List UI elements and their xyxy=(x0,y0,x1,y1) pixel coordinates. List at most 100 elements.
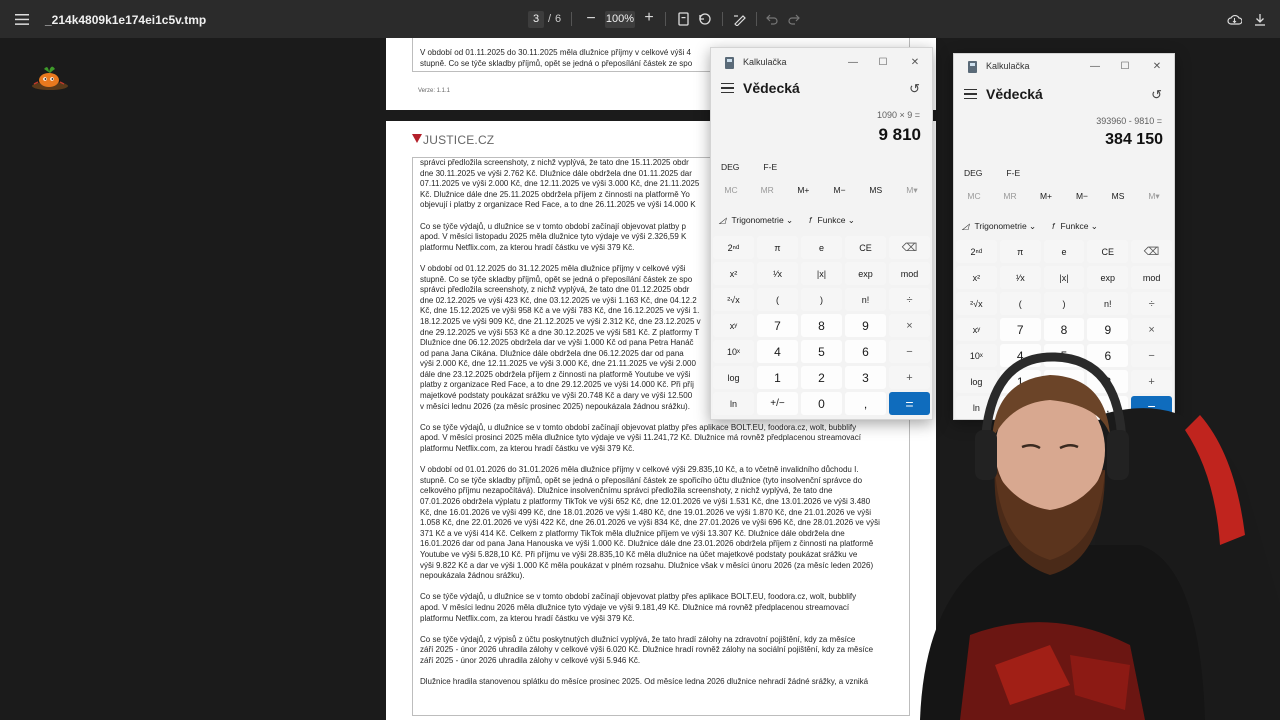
memory-subtract-button[interactable]: M− xyxy=(1066,191,1098,202)
navigation-menu-icon[interactable] xyxy=(721,83,734,93)
ln-key[interactable]: ln xyxy=(713,392,754,415)
function-icon: f xyxy=(809,215,812,225)
backspace-key[interactable]: ⌫ xyxy=(889,236,930,259)
memory-clear-button[interactable]: MC xyxy=(715,185,747,196)
digit-2-key[interactable]: 2 xyxy=(801,366,842,389)
mod-key[interactable]: mod xyxy=(1131,266,1172,289)
memory-list-button[interactable]: M▾ xyxy=(1138,191,1170,202)
second-function-key[interactable]: 2ⁿᵈ xyxy=(956,240,997,263)
trigonometry-dropdown[interactable]: ◿ Trigonometrie ⌄ xyxy=(962,221,1036,232)
multiply-key[interactable]: × xyxy=(1131,318,1172,341)
digit-9-key[interactable]: 9 xyxy=(1087,318,1129,341)
memory-recall-button[interactable]: MR xyxy=(751,185,783,196)
close-button[interactable]: ✕ xyxy=(904,53,926,71)
digit-7-key[interactable]: 7 xyxy=(999,318,1041,341)
pi-key[interactable]: π xyxy=(757,236,798,259)
history-icon[interactable]: ↺ xyxy=(909,81,920,97)
square-root-key[interactable]: ²√x xyxy=(956,292,997,315)
log-key[interactable]: log xyxy=(713,366,754,389)
backspace-key[interactable]: ⌫ xyxy=(1131,240,1172,263)
zoom-level[interactable]: 100% xyxy=(605,11,635,28)
digit-9-key[interactable]: 9 xyxy=(845,314,886,337)
memory-store-button[interactable]: MS xyxy=(1102,191,1134,202)
memory-store-button[interactable]: MS xyxy=(860,185,892,196)
square-root-key[interactable]: ²√x xyxy=(713,288,754,311)
open-paren-key[interactable]: ( xyxy=(757,288,798,311)
redo-icon[interactable] xyxy=(787,11,801,27)
factorial-key[interactable]: n! xyxy=(845,288,886,311)
decimal-key[interactable]: , xyxy=(845,392,886,415)
memory-clear-button[interactable]: MC xyxy=(958,191,990,202)
digit-4-key[interactable]: 4 xyxy=(757,340,798,363)
digit-6-key[interactable]: 6 xyxy=(845,340,886,363)
reciprocal-key[interactable]: ¹⁄x xyxy=(999,266,1041,289)
undo-icon[interactable] xyxy=(765,11,779,27)
square-key[interactable]: x² xyxy=(713,262,754,285)
exp-key[interactable]: exp xyxy=(845,262,886,285)
exp-key[interactable]: exp xyxy=(1087,266,1129,289)
memory-add-button[interactable]: M+ xyxy=(1030,191,1062,202)
digit-3-key[interactable]: 3 xyxy=(845,366,886,389)
clear-entry-key[interactable]: CE xyxy=(845,236,886,259)
memory-list-button[interactable]: M▾ xyxy=(896,185,928,196)
divide-key[interactable]: ÷ xyxy=(889,288,930,311)
digit-1-key[interactable]: 1 xyxy=(757,366,798,389)
digit-8-key[interactable]: 8 xyxy=(801,314,842,337)
zoom-in-button[interactable]: + xyxy=(641,9,657,26)
maximize-button[interactable]: ☐ xyxy=(1114,57,1136,75)
factorial-key[interactable]: n! xyxy=(1087,292,1129,315)
close-paren-key[interactable]: ) xyxy=(1043,292,1085,315)
memory-recall-button[interactable]: MR xyxy=(994,191,1026,202)
page-number-input[interactable]: 3 xyxy=(528,11,544,28)
reciprocal-key[interactable]: ¹⁄x xyxy=(757,262,798,285)
maximize-button[interactable]: ☐ xyxy=(872,53,894,71)
angle-unit-button[interactable]: DEG xyxy=(964,168,982,178)
absolute-key[interactable]: |x| xyxy=(801,262,842,285)
second-function-key[interactable]: 2ⁿᵈ xyxy=(713,236,754,259)
power-key[interactable]: xʸ xyxy=(956,318,997,341)
minimize-button[interactable]: — xyxy=(842,53,864,71)
trigonometry-label: Trigonometrie xyxy=(731,215,784,225)
close-paren-key[interactable]: ) xyxy=(801,288,842,311)
absolute-key[interactable]: |x| xyxy=(1043,266,1085,289)
digit-7-key[interactable]: 7 xyxy=(757,314,798,337)
e-key[interactable]: e xyxy=(801,236,842,259)
digit-5-key[interactable]: 5 xyxy=(801,340,842,363)
memory-subtract-button[interactable]: M− xyxy=(824,185,856,196)
draw-icon[interactable] xyxy=(732,11,748,27)
fit-page-icon[interactable] xyxy=(676,11,690,27)
ten-power-key[interactable]: 10ˣ xyxy=(713,340,754,363)
cloud-save-icon[interactable] xyxy=(1226,11,1242,27)
angle-unit-button[interactable]: DEG xyxy=(721,162,739,172)
fe-button[interactable]: F-E xyxy=(763,162,777,172)
multiply-key[interactable]: × xyxy=(889,314,930,337)
zoom-out-button[interactable]: − xyxy=(583,10,599,27)
digit-8-key[interactable]: 8 xyxy=(1043,318,1085,341)
function-row: ◿ Trigonometrie ⌄ f Funkce ⌄ xyxy=(962,221,1098,232)
function-icon: f xyxy=(1052,221,1055,231)
functions-dropdown[interactable]: f Funkce ⌄ xyxy=(1052,221,1098,232)
mod-key[interactable]: mod xyxy=(889,262,930,285)
power-key[interactable]: xʸ xyxy=(713,314,754,337)
function-row: ◿ Trigonometrie ⌄ f Funkce ⌄ xyxy=(719,215,855,226)
navigation-menu-icon[interactable] xyxy=(964,89,977,99)
trigonometry-dropdown[interactable]: ◿ Trigonometrie ⌄ xyxy=(719,215,793,226)
open-paren-key[interactable]: ( xyxy=(999,292,1041,315)
keypad: 2ⁿᵈ π e CE ⌫ x² ¹⁄x |x| exp mod ²√x ( ) … xyxy=(713,236,930,415)
divide-key[interactable]: ÷ xyxy=(1131,292,1172,315)
clear-entry-key[interactable]: CE xyxy=(1087,240,1129,263)
digit-0-key[interactable]: 0 xyxy=(801,392,842,415)
menu-icon[interactable] xyxy=(12,9,32,29)
rotate-icon[interactable] xyxy=(697,11,713,27)
history-icon[interactable]: ↺ xyxy=(1151,87,1162,103)
close-button[interactable]: ✕ xyxy=(1146,57,1168,75)
functions-dropdown[interactable]: f Funkce ⌄ xyxy=(809,215,855,226)
pi-key[interactable]: π xyxy=(999,240,1041,263)
memory-add-button[interactable]: M+ xyxy=(787,185,819,196)
minimize-button[interactable]: — xyxy=(1084,57,1106,75)
negate-key[interactable]: +/− xyxy=(757,392,798,415)
square-key[interactable]: x² xyxy=(956,266,997,289)
fe-button[interactable]: F-E xyxy=(1006,168,1020,178)
e-key[interactable]: e xyxy=(1043,240,1085,263)
download-icon[interactable] xyxy=(1252,11,1268,27)
